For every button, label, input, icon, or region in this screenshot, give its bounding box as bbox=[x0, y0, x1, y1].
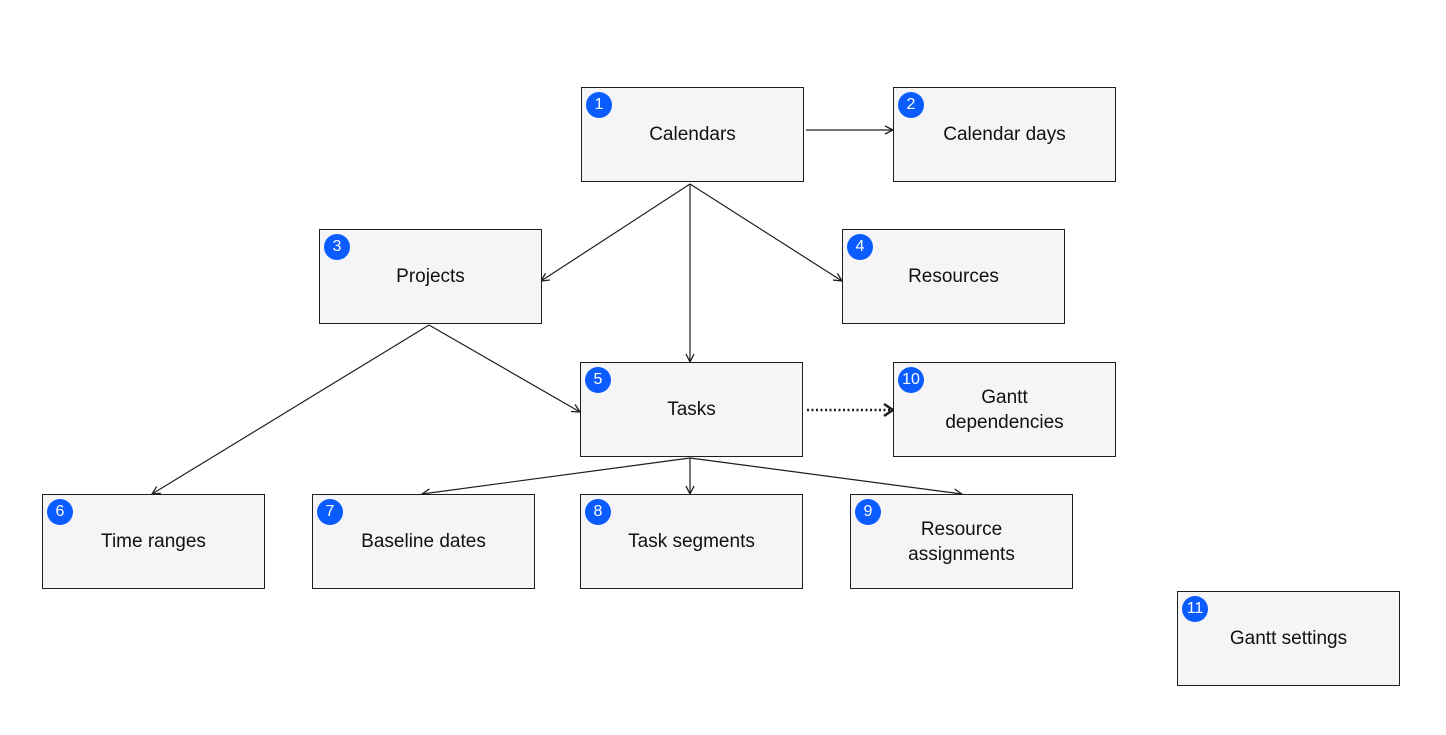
edge-projects-to-tasks bbox=[428, 324, 580, 412]
number-badge: 2 bbox=[898, 92, 924, 118]
node-gantt-settings: 11 Gantt settings bbox=[1177, 591, 1400, 686]
edge-calendars-to-resources bbox=[689, 183, 842, 281]
node-tasks: 5 Tasks bbox=[580, 362, 803, 457]
number-badge: 9 bbox=[855, 499, 881, 525]
number-badge: 11 bbox=[1182, 596, 1208, 622]
edge-tasks-to-baseline-dates bbox=[422, 457, 691, 494]
number-badge: 7 bbox=[317, 499, 343, 525]
number-badge: 3 bbox=[324, 234, 350, 260]
node-label: Calendars bbox=[649, 124, 736, 145]
number-badge: 4 bbox=[847, 234, 873, 260]
edge-tasks-to-resource-assignments bbox=[689, 457, 962, 494]
number-badge: 5 bbox=[585, 367, 611, 393]
node-label: Time ranges bbox=[101, 531, 206, 552]
node-calendars: 1 Calendars bbox=[581, 87, 804, 182]
edge-projects-to-time-ranges bbox=[152, 324, 430, 494]
node-label: Tasks bbox=[667, 399, 716, 420]
number-badge: 6 bbox=[47, 499, 73, 525]
number-badge: 8 bbox=[585, 499, 611, 525]
node-baseline-dates: 7 Baseline dates bbox=[312, 494, 535, 589]
node-label: Baseline dates bbox=[361, 531, 486, 552]
node-resources: 4 Resources bbox=[842, 229, 1065, 324]
node-resource-assignments: 9 Resource assignments bbox=[850, 494, 1073, 589]
node-gantt-dependencies: 10 Gantt dependencies bbox=[893, 362, 1116, 457]
number-badge: 1 bbox=[586, 92, 612, 118]
node-label: Resource assignments bbox=[908, 518, 1015, 565]
node-label: Resources bbox=[908, 266, 999, 287]
node-projects: 3 Projects bbox=[319, 229, 542, 324]
edge-calendars-to-projects bbox=[541, 183, 691, 281]
node-task-segments: 8 Task segments bbox=[580, 494, 803, 589]
node-label: Gantt dependencies bbox=[945, 386, 1064, 433]
node-label: Projects bbox=[396, 266, 465, 287]
number-badge: 10 bbox=[898, 367, 924, 393]
node-label: Calendar days bbox=[943, 124, 1066, 145]
node-time-ranges: 6 Time ranges bbox=[42, 494, 265, 589]
node-label: Gantt settings bbox=[1229, 628, 1348, 649]
node-label: Task segments bbox=[628, 531, 755, 552]
node-calendar-days: 2 Calendar days bbox=[893, 87, 1116, 182]
